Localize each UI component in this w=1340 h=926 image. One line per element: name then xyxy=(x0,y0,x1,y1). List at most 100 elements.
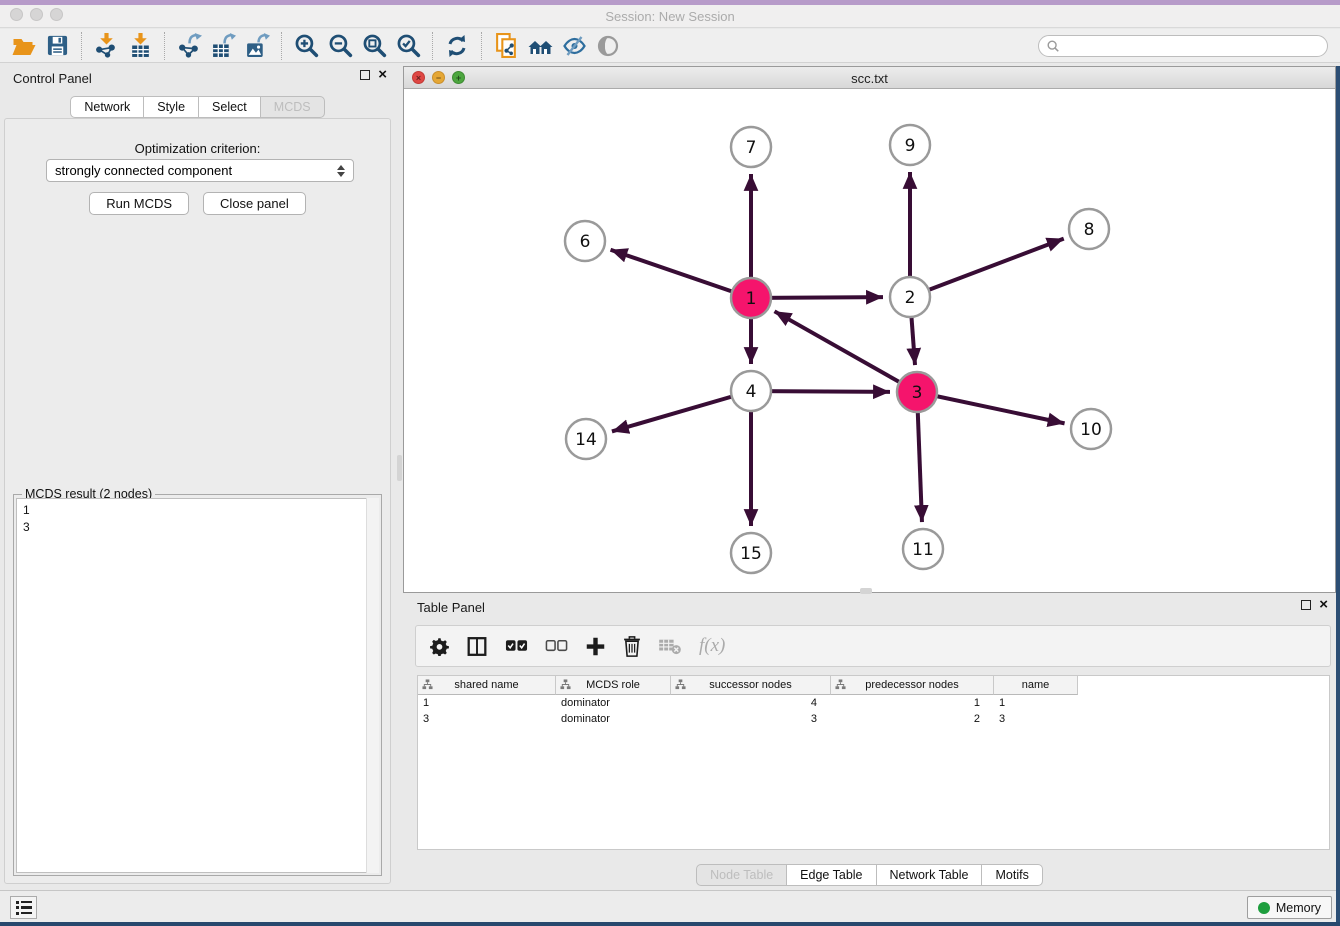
optimization-criterion-select[interactable]: strongly connected component xyxy=(46,159,354,182)
toolbar-separator xyxy=(481,32,482,60)
node-table: shared nameMCDS rolesuccessor nodesprede… xyxy=(417,675,1330,850)
table-cell[interactable]: 3 xyxy=(418,711,556,727)
delete-table-button[interactable] xyxy=(658,637,682,655)
select-all-rows-button[interactable] xyxy=(505,639,528,653)
zoom-selected-button[interactable] xyxy=(391,31,425,61)
control-panel-tab-bar: NetworkStyleSelectMCDS xyxy=(70,96,324,118)
table-panel: Table Panel × xyxy=(403,593,1336,890)
edge-3-to-1[interactable] xyxy=(774,311,917,392)
hierarchy-icon xyxy=(835,679,846,693)
table-columns-button[interactable] xyxy=(466,636,488,657)
tab-mcds[interactable]: MCDS xyxy=(260,96,325,118)
first-neighbors-button[interactable] xyxy=(523,31,557,61)
close-panel-icon[interactable]: × xyxy=(378,70,387,80)
graph-node-10[interactable]: 10 xyxy=(1071,409,1111,449)
network-graph[interactable]: 7 9 6 8 1 2 4 3 14 10 15 11 xyxy=(404,89,1335,592)
column-header-shared-name[interactable]: shared name xyxy=(418,676,556,695)
tab-edge-table[interactable]: Edge Table xyxy=(786,864,876,886)
task-history-button[interactable] xyxy=(10,896,37,919)
close-panel-button[interactable]: Close panel xyxy=(203,192,306,215)
tab-select[interactable]: Select xyxy=(198,96,261,118)
table-cell[interactable]: dominator xyxy=(556,711,671,727)
search-input[interactable] xyxy=(1060,37,1327,55)
svg-text:4: 4 xyxy=(746,382,757,402)
graph-node-8[interactable]: 8 xyxy=(1069,209,1109,249)
tab-motifs[interactable]: Motifs xyxy=(981,864,1042,886)
table-cell[interactable]: 1 xyxy=(994,695,1078,711)
hide-graphics-button[interactable] xyxy=(557,31,591,61)
window-title: Session: New Session xyxy=(0,9,1340,24)
graph-node-4[interactable]: 4 xyxy=(731,371,771,411)
export-table-button[interactable] xyxy=(206,31,240,61)
mcds-result-group: MCDS result (2 nodes) 1 3 xyxy=(13,494,382,876)
table-cell[interactable]: 3 xyxy=(671,711,831,727)
memory-button[interactable]: Memory xyxy=(1247,896,1332,919)
optimization-criterion-label: Optimization criterion: xyxy=(5,141,390,156)
zoom-fit-button[interactable] xyxy=(357,31,391,61)
table-cell[interactable]: 1 xyxy=(418,695,556,711)
zoom-out-button[interactable] xyxy=(323,31,357,61)
network-canvas[interactable]: 7 9 6 8 1 2 4 3 14 10 15 11 xyxy=(404,89,1335,592)
export-image-icon xyxy=(245,33,270,58)
deselect-all-rows-button[interactable] xyxy=(545,639,568,653)
refresh-view-button[interactable] xyxy=(440,31,474,61)
panel-divider-handle[interactable] xyxy=(397,455,402,481)
table-cell[interactable]: 1 xyxy=(831,695,994,711)
unchecked-boxes-icon xyxy=(545,639,568,653)
search-icon xyxy=(1046,39,1060,53)
column-header-MCDS-role[interactable]: MCDS role xyxy=(556,676,671,695)
close-panel-icon[interactable]: × xyxy=(1319,600,1328,610)
open-session-button[interactable] xyxy=(6,31,40,61)
svg-text:14: 14 xyxy=(575,430,597,450)
column-header-successor-nodes[interactable]: successor nodes xyxy=(671,676,831,695)
tab-style[interactable]: Style xyxy=(143,96,199,118)
graph-node-7[interactable]: 7 xyxy=(731,127,771,167)
import-table-button[interactable] xyxy=(123,31,157,61)
edge-3-to-10[interactable] xyxy=(917,392,1065,423)
table-cell[interactable]: dominator xyxy=(556,695,671,711)
float-panel-icon[interactable] xyxy=(360,70,370,80)
show-graphics-button[interactable] xyxy=(591,31,625,61)
graph-node-1[interactable]: 1 xyxy=(731,278,771,318)
export-image-button[interactable] xyxy=(240,31,274,61)
import-network-button[interactable] xyxy=(89,31,123,61)
table-row[interactable]: 3dominator323 xyxy=(418,711,1329,727)
graph-node-14[interactable]: 14 xyxy=(566,419,606,459)
tab-network[interactable]: Network xyxy=(70,96,144,118)
table-cell[interactable]: 4 xyxy=(671,695,831,711)
column-header-name[interactable]: name xyxy=(994,676,1078,695)
result-scrollbar[interactable] xyxy=(366,498,379,873)
edge-2-to-8[interactable] xyxy=(910,239,1064,297)
zoom-selected-icon xyxy=(396,33,421,58)
graph-node-3[interactable]: 3 xyxy=(897,372,937,412)
delete-column-button[interactable] xyxy=(623,636,641,657)
eye-icon xyxy=(596,34,620,58)
desktop-edge xyxy=(1336,66,1340,926)
application-window: Session: New Session xyxy=(0,0,1340,922)
edge-1-to-6[interactable] xyxy=(611,250,751,298)
export-network-button[interactable] xyxy=(172,31,206,61)
mcds-result-textarea[interactable]: 1 3 xyxy=(16,498,379,873)
graph-node-15[interactable]: 15 xyxy=(731,533,771,573)
column-header-predecessor-nodes[interactable]: predecessor nodes xyxy=(831,676,994,695)
graph-node-2[interactable]: 2 xyxy=(890,277,930,317)
zoom-in-button[interactable] xyxy=(289,31,323,61)
graph-node-11[interactable]: 11 xyxy=(903,529,943,569)
clone-network-button[interactable] xyxy=(489,31,523,61)
network-window-titlebar[interactable]: × − + scc.txt xyxy=(404,67,1335,89)
graph-node-6[interactable]: 6 xyxy=(565,221,605,261)
add-column-button[interactable] xyxy=(585,636,606,657)
run-mcds-button[interactable]: Run MCDS xyxy=(89,192,189,215)
table-settings-button[interactable] xyxy=(430,637,449,656)
checked-boxes-icon xyxy=(505,639,528,653)
float-panel-icon[interactable] xyxy=(1301,600,1311,610)
table-row[interactable]: 1dominator411 xyxy=(418,695,1329,711)
table-cell[interactable]: 3 xyxy=(994,711,1078,727)
edge-4-to-14[interactable] xyxy=(612,391,751,431)
save-session-button[interactable] xyxy=(40,31,74,61)
tab-network-table[interactable]: Network Table xyxy=(876,864,983,886)
function-builder-button[interactable]: f(x) xyxy=(699,635,725,657)
tab-node-table[interactable]: Node Table xyxy=(696,864,787,886)
graph-node-9[interactable]: 9 xyxy=(890,125,930,165)
table-cell[interactable]: 2 xyxy=(831,711,994,727)
